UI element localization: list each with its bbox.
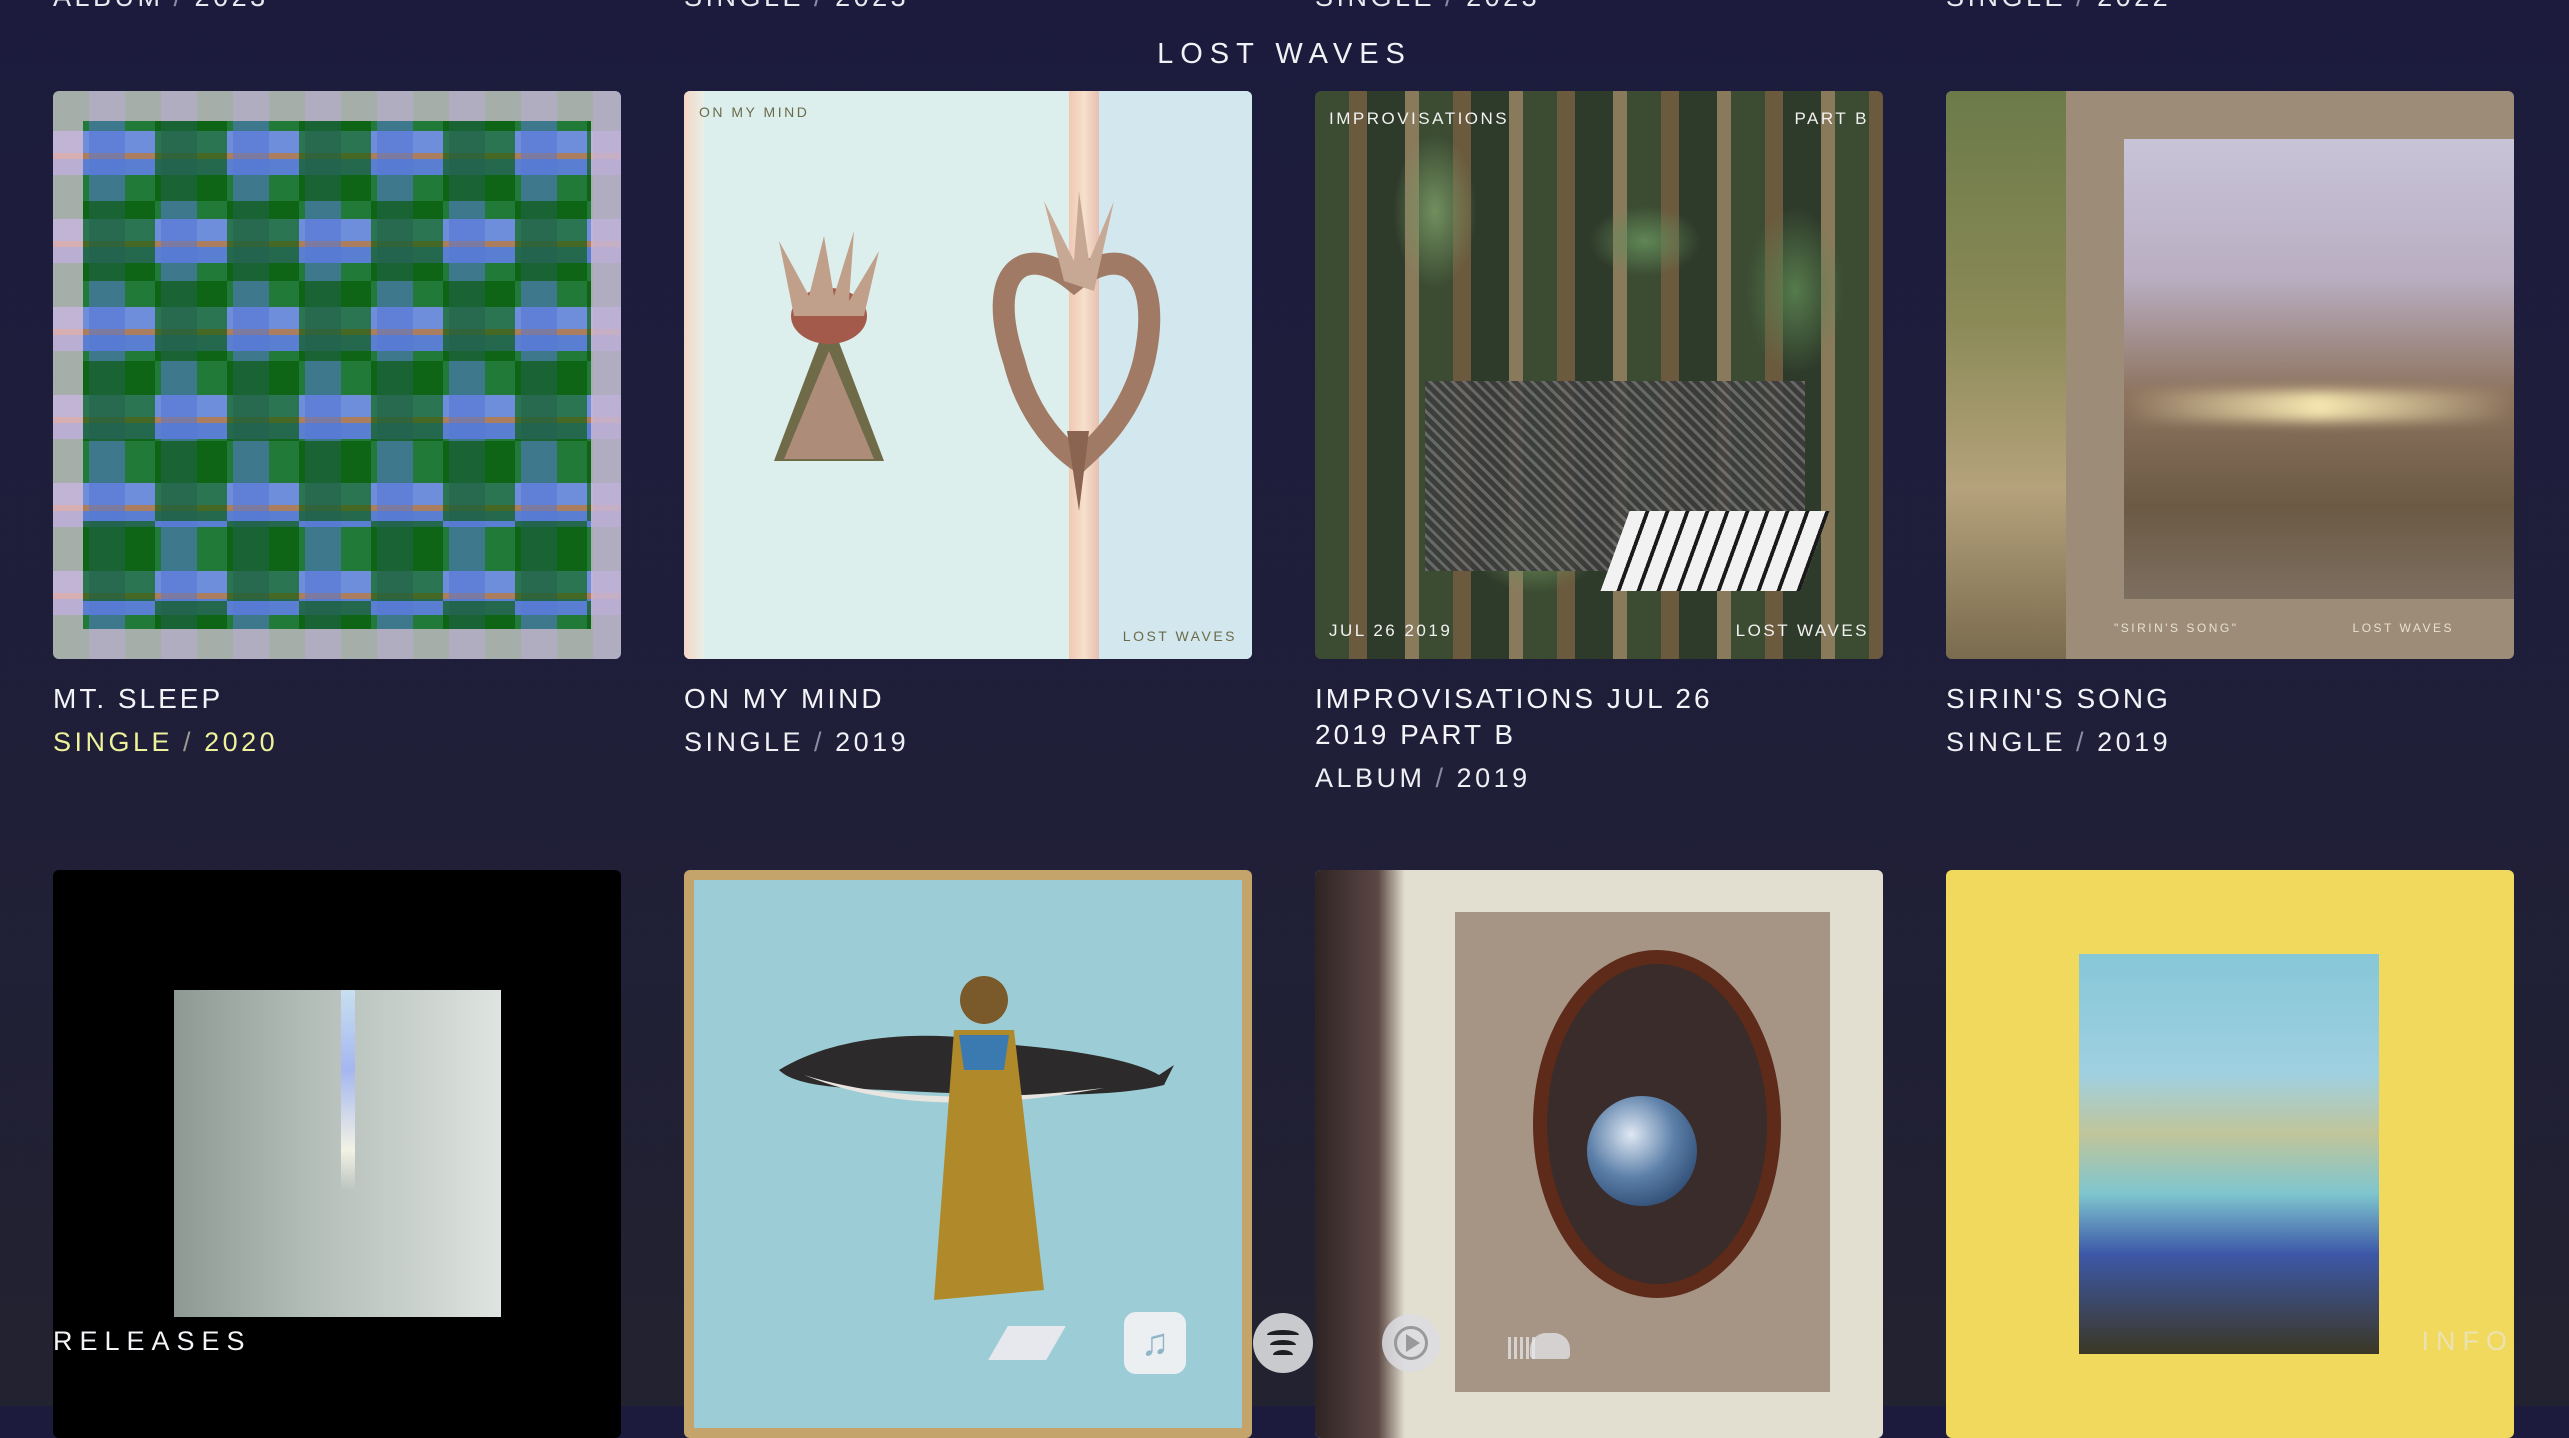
cover-art-detail [2079,954,2379,1354]
release-meta: ALBUM/2019 [1315,763,1531,793]
releases-nav-link[interactable]: RELEASES [53,1326,252,1357]
cover-art-detail [1946,91,2066,659]
info-nav-link[interactable]: INFO [2422,1326,2515,1357]
cover-label: ON MY MIND [699,104,810,120]
cover-label: LOST WAVES [1122,628,1237,644]
previous-row-meta: ALBUM/2023 SINGLE/2023 SINGLE/2023 SINGL… [0,0,2569,12]
apple-music-icon[interactable]: ♫ [1124,1312,1186,1374]
artist-title[interactable]: LOST WAVES [0,38,2569,71]
spotify-icon[interactable] [1252,1312,1314,1374]
cover-art-detail [2124,391,2514,421]
youtube-music-icon[interactable] [1380,1312,1442,1374]
release-meta: ALBUM/2023 [53,0,269,13]
bandcamp-icon[interactable] [988,1312,1066,1374]
release-card[interactable]: MT. SLEEP SINGLE/2020 [53,91,621,758]
cover-artwork [774,191,1161,511]
release-card[interactable]: ON MY MIND LOST WAVES ON MY MIND SINGLE /… [684,91,1252,758]
cover-label: PART B [1794,109,1869,128]
release-meta: SINGLE/2022 [1946,0,2171,13]
release-title[interactable]: ON MY MIND [684,681,1104,717]
cover-frame [53,91,621,659]
release-title[interactable]: IMPROVISATIONS JUL 26 2019 PART B [1315,681,1735,753]
release-card[interactable]: IMPROVISATIONS PART B JUL 26 2019 LOST W… [1315,91,1883,794]
release-cover[interactable]: "SIRIN'S SONG" LOST WAVES [1946,91,2514,659]
release-meta: SINGLE/2019 [1946,727,2172,757]
cover-label: IMPROVISATIONS [1329,109,1510,128]
release-card[interactable]: "SIRIN'S SONG" LOST WAVES SIRIN'S SONG S… [1946,91,2514,758]
release-meta: SINGLE/2020 [53,727,279,757]
release-cover[interactable] [53,91,621,659]
release-meta: SINGLE/2019 [684,727,910,757]
cover-art-detail [341,990,355,1190]
cover-label: "SIRIN'S SONG" [2114,621,2239,635]
release-cover[interactable]: IMPROVISATIONS PART B JUL 26 2019 LOST W… [1315,91,1883,659]
release-title[interactable]: SIRIN'S SONG [1946,681,2366,717]
release-title[interactable]: MT. SLEEP [53,681,473,717]
cover-label: LOST WAVES [1735,621,1869,640]
cover-art-detail [174,990,501,1317]
cover-label: JUL 26 2019 [1329,621,1453,640]
cover-art-detail [1587,1096,1697,1206]
cover-art-detail [2124,139,2514,599]
release-meta: SINGLE/2023 [1315,0,1540,13]
release-meta: SINGLE/2023 [684,0,909,13]
cover-label: LOST WAVES [2352,621,2454,635]
cover-art-detail [1600,511,1830,591]
soundcloud-icon[interactable] [1508,1312,1570,1374]
release-cover[interactable]: ON MY MIND LOST WAVES [684,91,1252,659]
